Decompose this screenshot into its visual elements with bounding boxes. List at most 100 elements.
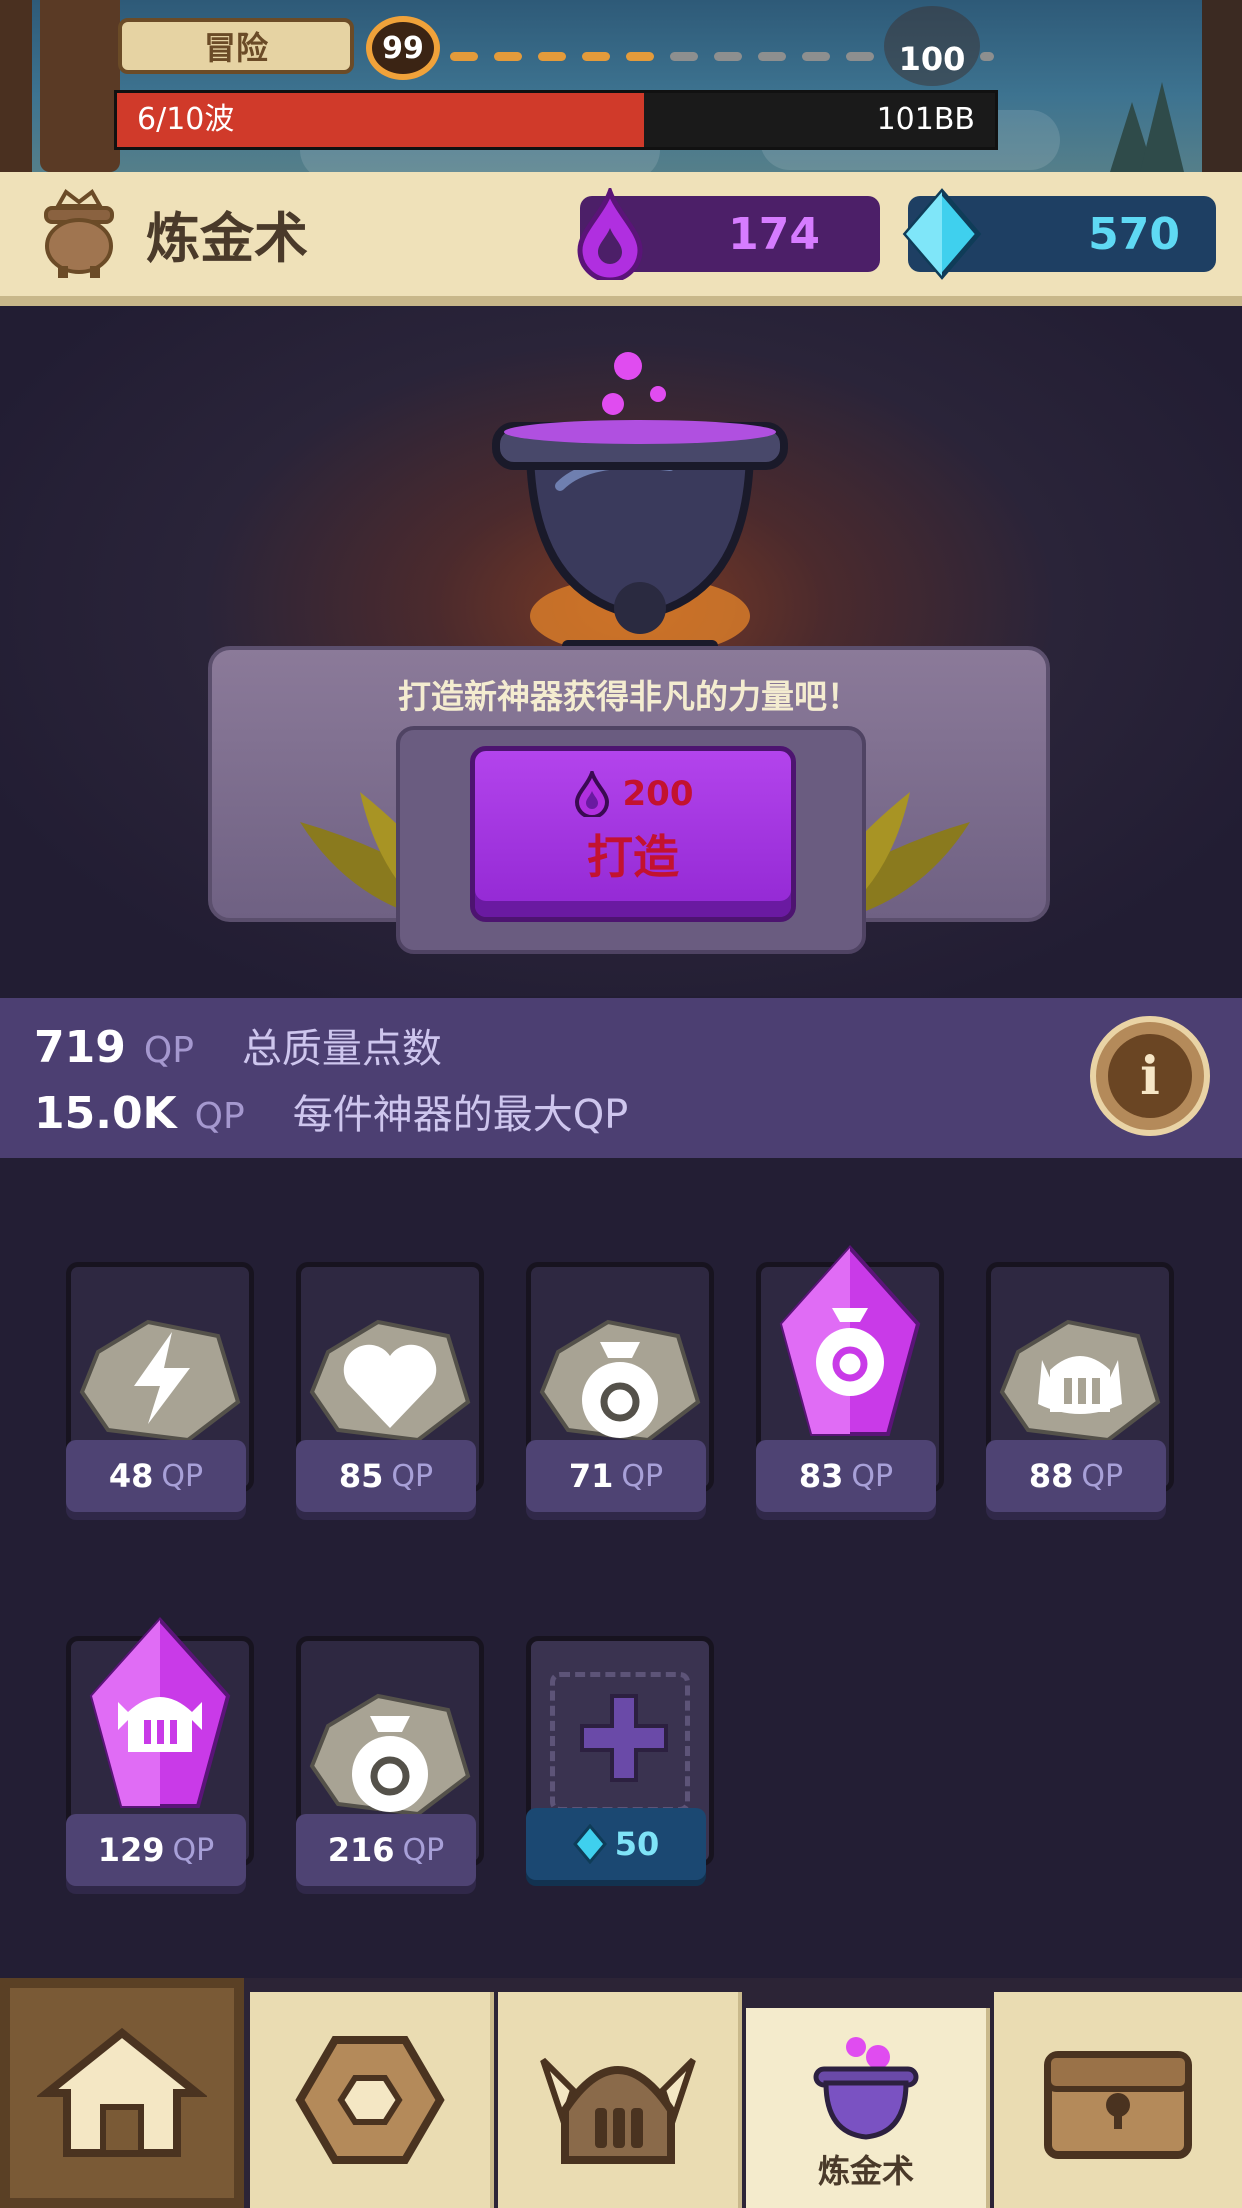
forge-button-label: 打造 <box>587 830 679 884</box>
helmet-stone-icon <box>999 1319 1161 1442</box>
nav-tab-rings[interactable] <box>250 1992 494 2208</box>
lightning-stone-icon <box>79 1319 241 1442</box>
max-qp-label: 每件神器的最大QP <box>292 1092 629 1138</box>
artifact-qp-unit: QP <box>851 1458 894 1494</box>
heart-stone-icon <box>309 1319 471 1442</box>
bubbling-cauldron-icon <box>492 352 788 660</box>
cauldron-icon <box>813 2037 919 2140</box>
adventure-mode-tab[interactable]: 冒险 <box>118 18 354 74</box>
next-level-number: 100 <box>898 40 966 78</box>
tree-trunk <box>40 0 120 172</box>
ring-icon <box>295 2036 445 2164</box>
money-bag-stone-icon <box>539 1319 701 1442</box>
currency-readout: 101BB <box>876 102 975 137</box>
slot-cost-badge: 50 <box>526 1808 706 1880</box>
nav-tab-chests[interactable] <box>994 1992 1242 2208</box>
artifact-qp-badge: 48 QP <box>66 1440 246 1512</box>
artifact-qp-badge: 129 QP <box>66 1814 246 1886</box>
max-qp-unit: QP <box>194 1096 245 1137</box>
forge-prompt: 打造新神器获得非凡的力量吧！ <box>398 677 860 716</box>
info-icon: i <box>1108 1034 1192 1118</box>
artifact-qp-value: 216 <box>327 1831 395 1869</box>
wave-counter: 6/10波 <box>137 102 235 137</box>
nav-tab-home[interactable] <box>0 1978 244 2208</box>
tree-trunk-left <box>0 0 32 172</box>
progress-dash <box>582 52 610 61</box>
gem-counter[interactable]: 570 <box>902 188 1216 280</box>
hero-helmet-icon <box>540 2057 696 2164</box>
nav-tab-alchemy[interactable]: 炼金术 <box>746 2008 990 2208</box>
cauldron-icon <box>44 189 114 278</box>
plus-icon <box>580 1694 668 1782</box>
artifact-qp-unit: QP <box>391 1458 434 1494</box>
alchemy-header: 炼金术 174 570 <box>0 172 1242 306</box>
elixir-drop-icon <box>577 188 643 280</box>
artifact-slot[interactable]: 85 QP <box>290 1262 490 1532</box>
artifact-qp-value: 129 <box>97 1831 165 1869</box>
progress-dash <box>802 52 830 61</box>
gem-icon <box>902 188 982 280</box>
artifact-slot[interactable]: 83 QP <box>750 1245 950 1532</box>
progress-dash <box>714 52 742 61</box>
money-bag-crystal-icon <box>779 1245 921 1436</box>
progress-dash <box>450 52 478 61</box>
artifact-qp-unit: QP <box>1081 1458 1124 1494</box>
gem-amount: 570 <box>1088 208 1180 260</box>
nav-tab-label: 炼金术 <box>817 2152 914 2190</box>
artifact-qp-unit: QP <box>621 1458 664 1494</box>
artifact-qp-badge: 85 QP <box>296 1440 476 1512</box>
artifact-qp-unit: QP <box>161 1458 204 1494</box>
artifact-qp-badge: 216 QP <box>296 1814 476 1886</box>
info-button[interactable]: i <box>1090 1016 1210 1136</box>
game-status-strip: 冒险 99 100 6/10波 101BB <box>0 0 1242 172</box>
forge-cost: 200 <box>573 771 694 817</box>
artifact-slot[interactable]: 216 QP <box>290 1636 490 1906</box>
progress-dash <box>758 52 786 61</box>
bottom-nav: 炼金术 <box>0 1978 1242 2208</box>
buy-slot-button[interactable]: 50 <box>520 1636 720 1906</box>
money-bag-stone-icon <box>309 1693 471 1816</box>
tree-trunk-right <box>1202 0 1242 172</box>
total-qp-label: 总质量点数 <box>241 1026 442 1072</box>
forge-button[interactable]: 200 打造 <box>470 746 796 922</box>
artifact-slot[interactable]: 71 QP <box>520 1262 720 1532</box>
nav-tab-heroes[interactable] <box>498 1992 742 2208</box>
elixir-drop-icon <box>574 771 609 817</box>
progress-dash <box>626 52 654 61</box>
artifact-qp-unit: QP <box>172 1832 215 1868</box>
artifact-qp-value: 85 <box>338 1457 384 1495</box>
artifact-qp-badge: 83 QP <box>756 1440 936 1512</box>
gem-icon <box>572 1824 607 1864</box>
total-qp-unit: QP <box>143 1030 194 1071</box>
progress-dash <box>980 52 994 61</box>
next-level-boss-badge: 100 <box>884 6 980 86</box>
total-qp-value: 719 <box>34 1022 126 1073</box>
artifact-qp-badge: 88 QP <box>986 1440 1166 1512</box>
home-icon <box>37 2027 207 2157</box>
progress-dash <box>494 52 522 61</box>
quality-points-panel: 719 QP 总质量点数 15.0K QP 每件神器的最大QP i <box>0 998 1242 1158</box>
artifact-slot[interactable]: 48 QP <box>60 1262 260 1532</box>
forge-cost-value: 200 <box>622 774 694 814</box>
progress-dash <box>846 52 874 61</box>
wave-progress-bar: 6/10波 101BB <box>114 90 998 150</box>
max-qp-value: 15.0K <box>34 1088 177 1139</box>
max-qp-row: 15.0K QP 每件神器的最大QP <box>34 1082 628 1140</box>
forge-area: 打造新神器获得非凡的力量吧！ 200 打造 <box>0 306 1242 996</box>
elixir-counter[interactable]: 174 <box>577 188 880 280</box>
artifact-qp-value: 88 <box>1028 1457 1074 1495</box>
artifact-qp-value: 71 <box>568 1457 614 1495</box>
helmet-crystal-icon <box>89 1617 231 1808</box>
artifact-qp-badge: 71 QP <box>526 1440 706 1512</box>
artifact-slot[interactable]: 129 QP <box>60 1617 260 1906</box>
artifact-qp-unit: QP <box>402 1832 445 1868</box>
current-level-badge: 99 <box>366 16 440 80</box>
artifact-slot[interactable]: 88 QP <box>980 1262 1180 1532</box>
elixir-amount: 174 <box>728 208 820 260</box>
page-title: 炼金术 <box>146 207 308 270</box>
progress-dash <box>538 52 566 61</box>
total-qp-row: 719 QP 总质量点数 <box>34 1016 442 1074</box>
artifact-qp-value: 48 <box>108 1457 154 1495</box>
progress-dash <box>670 52 698 61</box>
artifact-grid: 48 QP 85 QP 71 QP 83 QP 88 QP 129 QP 216… <box>0 1158 1242 1978</box>
